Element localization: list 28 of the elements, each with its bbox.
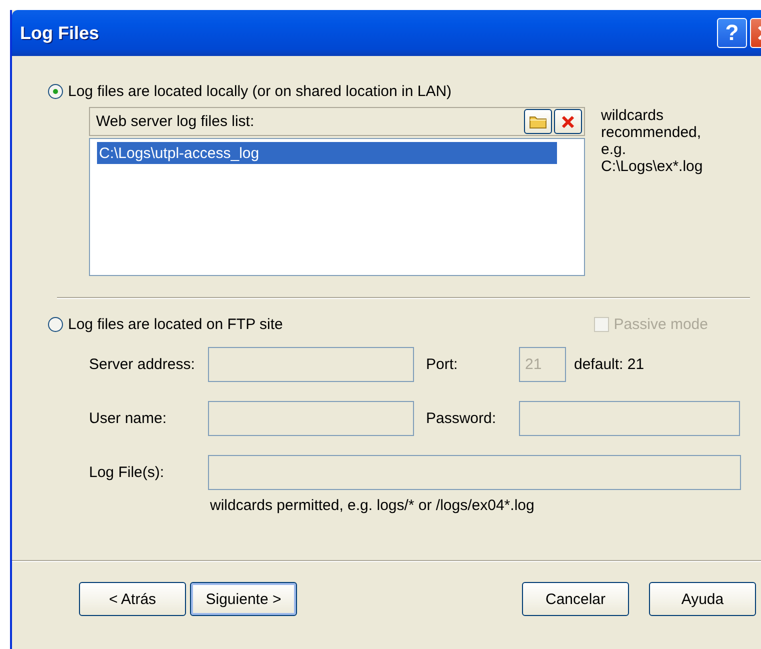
user-name-field[interactable] <box>208 401 414 436</box>
help-button[interactable]: ? <box>717 18 747 48</box>
delete-icon <box>561 114 575 128</box>
field-label: Port: <box>425 356 459 373</box>
list-item[interactable]: C:\Logs\utpl-access_log <box>97 142 557 164</box>
radio-button[interactable] <box>48 84 63 99</box>
log-files-field[interactable] <box>208 455 741 490</box>
add-folder-button[interactable] <box>524 109 552 134</box>
hint-text: wildcards recommended, e.g. C:\Logs\ex*.log <box>601 107 703 177</box>
dialog-button[interactable]: Cancelar <box>522 582 629 616</box>
field-label: Server address: <box>89 356 196 373</box>
dialog-button[interactable]: < Atrás <box>79 582 186 616</box>
list-header-text: Web server log files list: <box>96 113 256 130</box>
folder-icon <box>529 114 547 129</box>
hint-text: wildcards permitted, e.g. logs/* or /logs/ex04*.log <box>209 497 536 514</box>
radio-label: Log files are located locally (or on shared location in LAN) <box>68 83 452 100</box>
password-field[interactable] <box>519 401 740 436</box>
field-label: User name: <box>89 410 168 427</box>
field-label: Log File(s): <box>89 464 166 481</box>
checkbox-label: Passive mode <box>614 316 708 333</box>
radio-button[interactable] <box>48 317 63 332</box>
delete-button[interactable] <box>554 109 582 134</box>
window-title: Log Files <box>20 22 100 44</box>
field-label: Password: <box>425 410 498 427</box>
radio-label: Log files are located on FTP site <box>68 316 283 333</box>
default-port-text: default: 21 <box>574 356 644 373</box>
dialog-button[interactable]: Siguiente > <box>190 582 297 616</box>
dialog-button[interactable]: Ayuda <box>649 582 756 616</box>
